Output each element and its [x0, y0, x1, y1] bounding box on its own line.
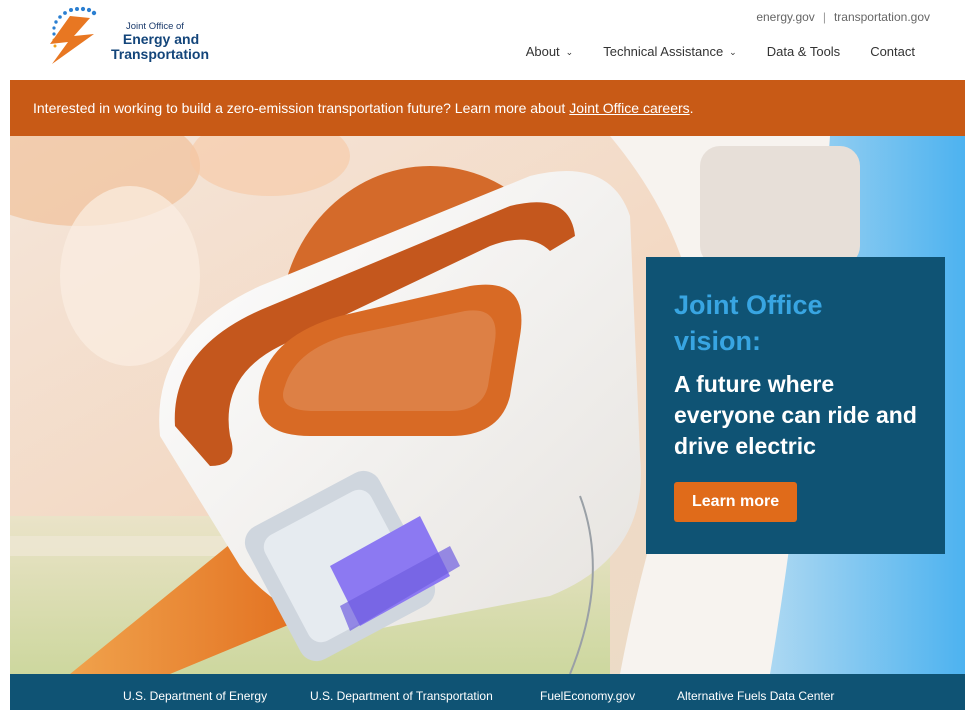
announcement-suffix: .	[689, 100, 694, 116]
vision-main-heading: A future where everyone can ride and dri…	[674, 371, 917, 459]
site-header: Joint Office of Energy and Transportatio…	[0, 0, 965, 80]
logo-title-line1: Energy and	[122, 31, 200, 47]
link-energy-gov[interactable]: energy.gov	[756, 10, 814, 24]
util-separator: |	[822, 10, 826, 24]
nav-data-tools[interactable]: Data & Tools	[767, 44, 840, 59]
main-nav: About ⌄ Technical Assistance ⌄ Data & To…	[496, 44, 915, 59]
footer-link-dot[interactable]: U.S. Department of Transportation	[310, 689, 493, 703]
learn-more-button[interactable]: Learn more	[674, 482, 798, 522]
vision-panel: Joint Office vision: A future where ever…	[646, 257, 945, 554]
footer-link-doe[interactable]: U.S. Department of Energy	[123, 689, 267, 703]
footer-link-fueleconomy[interactable]: FuelEconomy.gov	[540, 689, 635, 703]
chevron-down-icon: ⌄	[729, 47, 737, 57]
footer-links-bar: U.S. Department of Energy U.S. Departmen…	[10, 674, 965, 710]
announcement-bar: Interested in working to build a zero-em…	[10, 80, 965, 136]
nav-data-tools-label: Data & Tools	[766, 44, 841, 59]
nav-about-label: About	[525, 44, 560, 59]
link-transportation-gov[interactable]: transportation.gov	[834, 10, 930, 24]
vision-accent-heading: Joint Office vision:	[674, 290, 823, 356]
nav-technical-assistance-label: Technical Assistance	[603, 44, 724, 59]
announcement-text: Interested in working to build a zero-em…	[33, 100, 566, 116]
site-logo[interactable]: Joint Office of Energy and Transportatio…	[44, 4, 224, 68]
nav-contact-label: Contact	[870, 44, 915, 59]
chevron-down-icon: ⌄	[565, 47, 574, 57]
footer-link-afdc[interactable]: Alternative Fuels Data Center	[677, 689, 834, 703]
utility-links: energy.gov | transportation.gov	[756, 10, 930, 24]
nav-about[interactable]: About ⌄	[526, 44, 574, 59]
careers-link[interactable]: Joint Office careers	[569, 100, 689, 116]
logo-title-line2: Transportation	[110, 46, 209, 62]
nav-contact[interactable]: Contact	[870, 44, 915, 59]
nav-technical-assistance[interactable]: Technical Assistance ⌄	[603, 44, 737, 59]
